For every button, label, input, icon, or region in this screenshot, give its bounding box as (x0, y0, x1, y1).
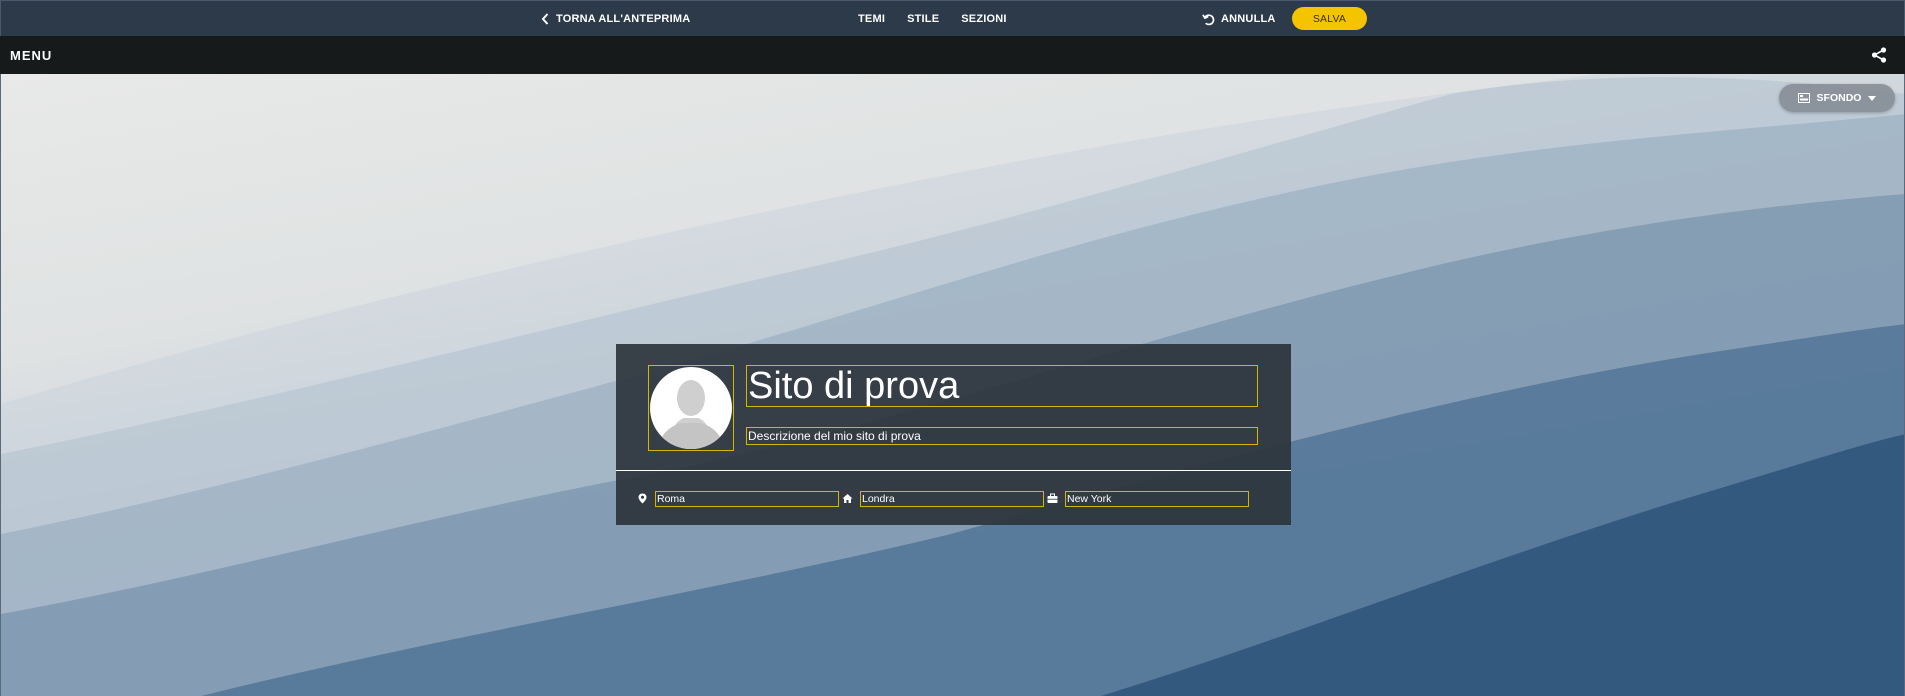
avatar-circle (650, 367, 732, 449)
briefcase-icon (1047, 493, 1058, 503)
user-silhouette-icon (658, 380, 724, 449)
tab-themes[interactable]: TEMI (858, 13, 885, 25)
save-button[interactable]: SALVA (1292, 7, 1367, 30)
tab-style[interactable]: STILE (907, 13, 939, 25)
background-settings-button[interactable]: SFONDO (1779, 84, 1895, 112)
image-icon (1797, 93, 1810, 103)
location-field-3[interactable]: New York (1065, 491, 1249, 507)
avatar[interactable] (648, 365, 734, 451)
location-field-1[interactable]: Roma (655, 491, 839, 507)
back-to-preview-button[interactable]: TORNA ALL'ANTEPRIMA (541, 1, 690, 37)
undo-button[interactable]: ANNULLA (1202, 1, 1276, 37)
undo-label: ANNULLA (1221, 13, 1276, 25)
back-to-preview-label: TORNA ALL'ANTEPRIMA (556, 13, 691, 25)
menu-button[interactable]: MENU (10, 36, 52, 74)
editor-nav: TEMI STILE SEZIONI (858, 1, 1007, 37)
site-nav-bar: MENU (0, 36, 1905, 74)
caret-down-icon (1868, 95, 1877, 101)
profile-card: Sito di prova Descrizione del mio sito d… (616, 344, 1291, 525)
background-settings-label: SFONDO (1816, 92, 1862, 104)
share-icon[interactable] (1871, 47, 1887, 63)
chevron-left-icon (541, 13, 549, 25)
card-divider (616, 470, 1291, 471)
home-icon (842, 494, 853, 503)
map-pin-icon (638, 493, 647, 504)
undo-icon (1202, 13, 1215, 25)
locations-row: Roma Londra New York (616, 490, 1291, 508)
tab-sections[interactable]: SEZIONI (961, 13, 1006, 25)
location-field-2[interactable]: Londra (860, 491, 1044, 507)
site-description[interactable]: Descrizione del mio sito di prova (746, 427, 1258, 445)
editor-toolbar: TORNA ALL'ANTEPRIMA TEMI STILE SEZIONI A… (0, 0, 1905, 36)
site-title[interactable]: Sito di prova (746, 365, 1258, 407)
